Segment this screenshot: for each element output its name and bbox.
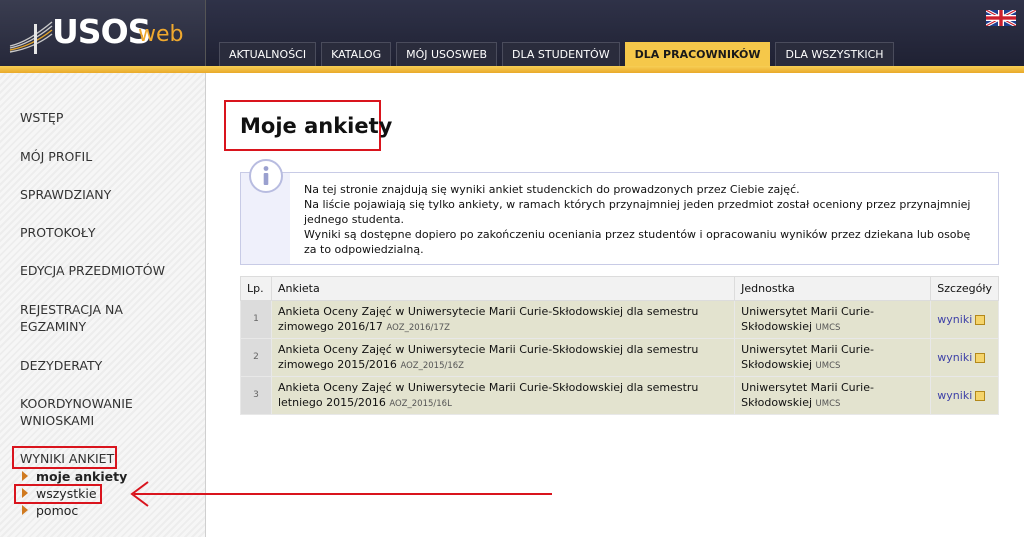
subitem-moje-ankiety[interactable]: moje ankiety — [22, 468, 127, 484]
cell-unit: Uniwersytet Marii Curie-Skłodowskiej UMC… — [734, 376, 932, 415]
nav-tab-5[interactable]: DLA WSZYSTKICH — [775, 42, 894, 66]
cell-unit: Uniwersytet Marii Curie-Skłodowskiej UMC… — [734, 300, 932, 339]
cell-lp: 2 — [240, 338, 272, 377]
nav-tab-2[interactable]: MÓJ USOSWEB — [396, 42, 498, 66]
nav-tab-1[interactable]: KATALOG — [321, 42, 392, 66]
unit-code: UMCS — [815, 360, 841, 371]
nav-tab-0[interactable]: AKTUALNOŚCI — [219, 42, 317, 66]
header-survey: Ankieta — [270, 276, 736, 301]
highlight-box-wszystkie — [14, 484, 102, 504]
sidebar-item-dezyderaty[interactable]: DEZYDERATY — [20, 357, 200, 374]
header: USOS web AKTUALNOŚCI KATALOG MÓJ USOSWEB DL… — [0, 0, 1024, 66]
english-flag-icon[interactable] — [986, 10, 1016, 26]
info-line: Na tej stronie znajdują się wyniki ankie… — [304, 183, 800, 196]
external-link-icon[interactable] — [975, 315, 986, 325]
sidebar-item-koordynowanie[interactable]: KOORDYNOWANIE WNIOSKAMI — [20, 395, 160, 429]
sidebar-item-wstep[interactable]: WSTĘP — [20, 109, 200, 126]
info-line: Na liście pojawiają się tylko ankiety, w… — [304, 198, 971, 226]
logo[interactable]: USOS web — [0, 0, 206, 66]
highlight-box-wyniki — [12, 446, 117, 469]
cell-unit: Uniwersytet Marii Curie-Skłodowskiej UMC… — [734, 338, 932, 377]
cell-details: wyniki — [930, 300, 999, 339]
subitem-pomoc[interactable]: pomoc — [22, 502, 78, 518]
cell-survey: Ankieta Oceny Zajęć w Uniwersytecie Mari… — [270, 376, 736, 415]
results-link[interactable]: wyniki — [937, 313, 972, 326]
sidebar: WSTĘP MÓJ PROFIL SPRAWDZIANY PROTOKOŁY E… — [0, 73, 206, 537]
external-link-icon[interactable] — [975, 353, 986, 363]
survey-code: AOZ_2016/17Z — [386, 322, 451, 333]
survey-name: Ankieta Oceny Zajęć w Uniwersytecie Mari… — [277, 342, 699, 371]
header-lp: Lp. — [240, 276, 272, 301]
sidebar-item-protokoly[interactable]: PROTOKOŁY — [20, 224, 200, 241]
sidebar-item-sprawdziany[interactable]: SPRAWDZIANY — [20, 186, 200, 203]
results-table: Lp. Ankieta Jednostka Szczegóły 1 Ankiet… — [240, 276, 999, 415]
survey-name: Ankieta Oceny Zajęć w Uniwersytecie Mari… — [277, 304, 699, 333]
table-row: 1 Ankieta Oceny Zajęć w Uniwersytecie Ma… — [240, 300, 999, 339]
annotation-arrow-icon — [130, 481, 552, 507]
cell-details: wyniki — [930, 338, 999, 377]
sidebar-item-edycja-przedmiotow[interactable]: EDYCJA PRZEDMIOTÓW — [20, 262, 200, 279]
header-details: Szczegóły — [930, 276, 999, 301]
triangle-right-icon — [22, 505, 28, 515]
info-text: Na tej stronie znajdują się wyniki ankie… — [304, 182, 984, 257]
nav-tab-4[interactable]: DLA PRACOWNIKÓW — [624, 42, 771, 66]
unit-name: Uniwersytet Marii Curie-Skłodowskiej — [741, 342, 874, 371]
subitem-label: pomoc — [36, 502, 79, 518]
survey-code: AOZ_2015/16Z — [400, 360, 465, 371]
nav-stripe — [0, 66, 1024, 73]
unit-code: UMCS — [815, 322, 841, 333]
info-line: Wyniki są dostępne dopiero po zakończeni… — [304, 228, 971, 256]
info-icon — [249, 159, 283, 193]
unit-name: Uniwersytet Marii Curie-Skłodowskiej — [741, 304, 874, 333]
nav-tab-3[interactable]: DLA STUDENTÓW — [502, 42, 620, 66]
cell-details: wyniki — [930, 376, 999, 415]
page-title: Moje ankiety — [240, 114, 393, 138]
unit-code: UMCS — [815, 398, 841, 409]
cell-survey: Ankieta Oceny Zajęć w Uniwersytecie Mari… — [270, 300, 736, 339]
survey-name: Ankieta Oceny Zajęć w Uniwersytecie Mari… — [277, 380, 699, 409]
sidebar-item-moj-profil[interactable]: MÓJ PROFIL — [20, 148, 200, 165]
logo-lines-icon — [9, 21, 53, 54]
logo-suffix: web — [138, 22, 184, 47]
unit-name: Uniwersytet Marii Curie-Skłodowskiej — [741, 380, 874, 409]
sidebar-item-rejestracja[interactable]: REJESTRACJA NA EGZAMINY — [20, 301, 160, 335]
table-row: 2 Ankieta Oceny Zajęć w Uniwersytecie Ma… — [240, 338, 999, 377]
results-link[interactable]: wyniki — [937, 351, 972, 364]
table-header-row: Lp. Ankieta Jednostka Szczegóły — [240, 276, 999, 301]
results-link[interactable]: wyniki — [937, 389, 972, 402]
external-link-icon[interactable] — [975, 391, 986, 401]
survey-code: AOZ_2015/16L — [389, 398, 452, 409]
header-unit: Jednostka — [734, 276, 932, 301]
subitem-label: moje ankiety — [36, 468, 128, 484]
cell-lp: 1 — [240, 300, 272, 339]
cell-survey: Ankieta Oceny Zajęć w Uniwersytecie Mari… — [270, 338, 736, 377]
cell-lp: 3 — [240, 376, 272, 415]
table-row: 3 Ankieta Oceny Zajęć w Uniwersytecie Ma… — [240, 376, 999, 415]
logo-text: USOS — [52, 12, 151, 51]
triangle-right-icon — [22, 471, 28, 481]
main-nav: AKTUALNOŚCI KATALOG MÓJ USOSWEB DLA STUDENT… — [219, 42, 899, 66]
